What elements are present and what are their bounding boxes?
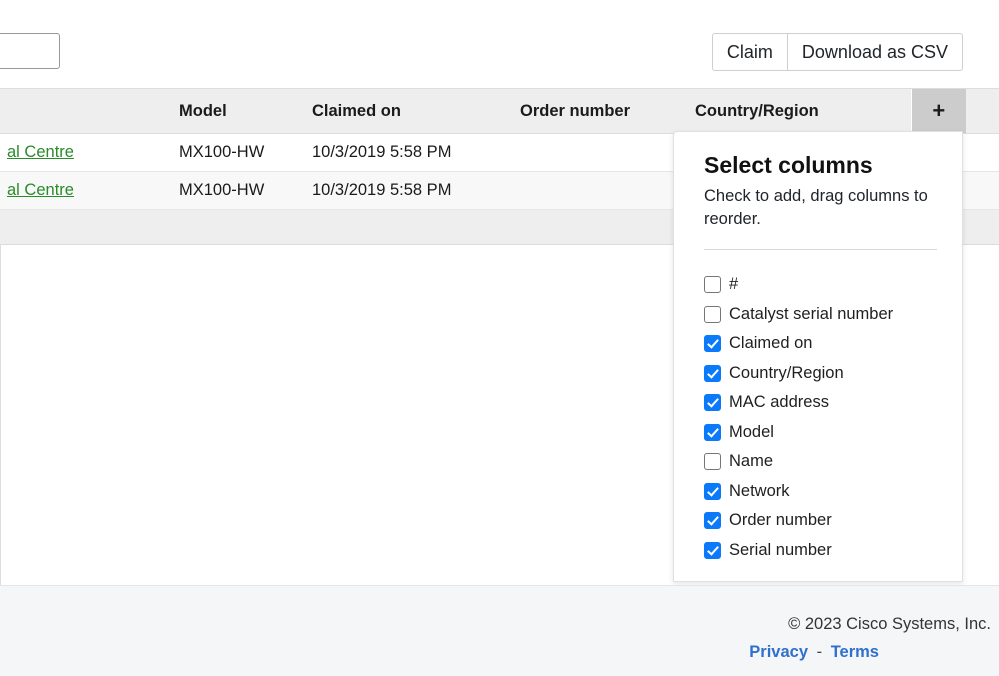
cell-claimed-on: 10/3/2019 5:58 PM — [304, 171, 512, 210]
checkbox-icon[interactable] — [704, 305, 721, 323]
column-option-name[interactable]: Name — [674, 447, 962, 477]
privacy-link[interactable]: Privacy — [749, 643, 808, 661]
cell-order-number — [512, 171, 687, 210]
column-option-country-region[interactable]: Country/Region — [674, 358, 962, 388]
add-column-button[interactable]: + — [910, 88, 966, 134]
footer-link-separator: - — [816, 643, 823, 661]
search-input[interactable] — [0, 33, 60, 69]
cell-name: al Centre — [0, 133, 171, 172]
column-option-label: Country/Region — [729, 363, 844, 382]
page-footer: © 2023 Cisco Systems, Inc. Privacy - Ter… — [0, 585, 999, 676]
table-header-row: Model Claimed on Order number Country/Re… — [0, 88, 999, 134]
network-link[interactable]: al Centre — [7, 181, 74, 199]
column-option-serial-number[interactable]: Serial number — [674, 535, 962, 565]
checkbox-checked-icon[interactable] — [704, 335, 721, 353]
popover-divider — [704, 248, 937, 250]
column-header-model[interactable]: Model — [171, 88, 304, 134]
column-option-label: Network — [729, 481, 790, 500]
checkbox-checked-icon[interactable] — [704, 364, 721, 382]
terms-link[interactable]: Terms — [831, 643, 879, 661]
network-link[interactable]: al Centre — [7, 143, 74, 161]
column-option-label: Serial number — [729, 540, 832, 559]
popover-title: Select columns — [704, 152, 873, 178]
checkbox-checked-icon[interactable] — [704, 423, 721, 441]
checkbox-checked-icon[interactable] — [704, 541, 721, 559]
column-option-label: MAC address — [729, 393, 829, 412]
popover-subtitle: Check to add, drag columns to reorder. — [704, 187, 928, 228]
column-option-label: Order number — [729, 511, 832, 530]
column-option-mac-address[interactable]: MAC address — [674, 388, 962, 418]
checkbox-checked-icon[interactable] — [704, 512, 721, 530]
column-option-hash[interactable]: # — [674, 270, 962, 300]
column-option-claimed-on[interactable]: Claimed on — [674, 329, 962, 359]
claim-button[interactable]: Claim — [711, 33, 788, 71]
checkbox-icon[interactable] — [704, 276, 721, 294]
cell-model: MX100-HW — [171, 133, 304, 172]
table-header: Model Claimed on Order number Country/Re… — [0, 88, 999, 134]
column-checkbox-list: # Catalyst serial number Claimed on Coun… — [674, 270, 962, 565]
column-option-model[interactable]: Model — [674, 417, 962, 447]
column-header-order-number[interactable]: Order number — [512, 88, 687, 134]
checkbox-checked-icon[interactable] — [704, 394, 721, 412]
column-option-order-number[interactable]: Order number — [674, 506, 962, 536]
select-columns-popover: Select columns Check to add, drag column… — [673, 131, 963, 582]
footer-links: Privacy - Terms — [749, 643, 879, 662]
column-option-network[interactable]: Network — [674, 476, 962, 506]
action-button-group: Claim Download as CSV — [711, 33, 963, 71]
checkbox-icon[interactable] — [704, 453, 721, 471]
checkbox-checked-icon[interactable] — [704, 482, 721, 500]
column-header-claimed-on[interactable]: Claimed on — [304, 88, 512, 134]
download-as-csv-button[interactable]: Download as CSV — [787, 33, 963, 71]
column-option-label: # — [729, 275, 739, 294]
column-header-spacer — [966, 88, 999, 134]
copyright-text: © 2023 Cisco Systems, Inc. — [788, 615, 991, 633]
cell-spacer — [966, 171, 999, 210]
column-option-label: Model — [729, 422, 774, 441]
column-option-label: Claimed on — [729, 334, 813, 353]
column-option-label: Catalyst serial number — [729, 304, 894, 323]
column-option-catalyst-serial-number[interactable]: Catalyst serial number — [674, 299, 962, 329]
cell-name: al Centre — [0, 171, 171, 210]
column-header-country-region[interactable]: Country/Region — [687, 88, 911, 134]
cell-order-number — [512, 133, 687, 172]
column-option-label: Name — [729, 452, 774, 471]
cell-spacer — [966, 133, 999, 172]
cell-model: MX100-HW — [171, 171, 304, 210]
top-toolbar: Claim Download as CSV — [0, 0, 999, 88]
column-header-name[interactable] — [0, 88, 171, 134]
cell-claimed-on: 10/3/2019 5:58 PM — [304, 133, 512, 172]
